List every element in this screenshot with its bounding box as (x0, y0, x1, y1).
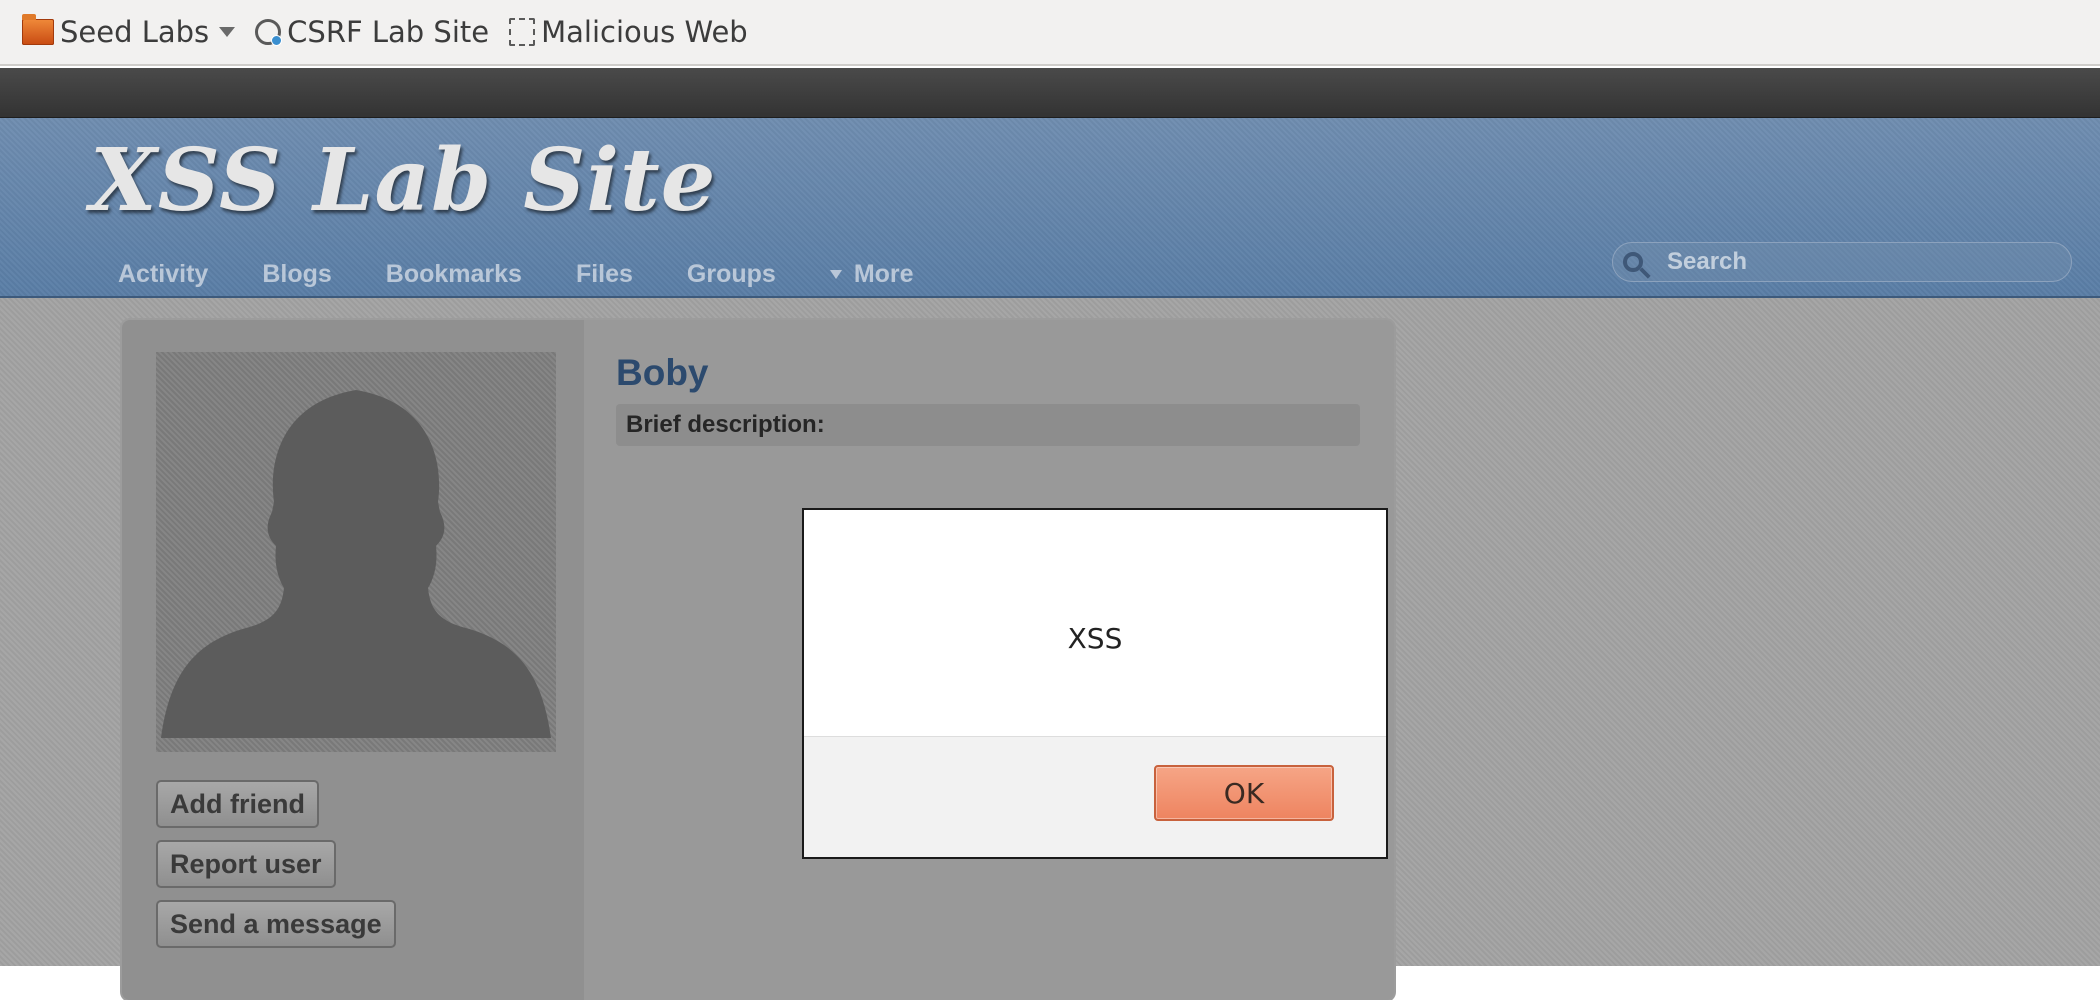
nav-item-files[interactable]: Files (576, 260, 633, 289)
nav-item-more[interactable]: More (829, 260, 914, 289)
avatar (156, 352, 556, 752)
nav-item-more-label: More (853, 260, 914, 288)
site-topbar (0, 68, 2100, 118)
alert-dialog: XSS OK (802, 508, 1388, 859)
site-header: XSS Lab Site Activity Blogs Bookmarks Fi… (0, 118, 2100, 298)
search-input[interactable] (1665, 247, 2049, 277)
profile-name[interactable]: Boby (616, 352, 709, 394)
caret-down-icon (829, 270, 842, 279)
site-title[interactable]: XSS Lab Site (90, 130, 716, 231)
folder-icon (22, 14, 54, 45)
page-icon (509, 18, 536, 46)
chevron-down-icon (219, 27, 236, 37)
bookmark-label: Seed Labs (60, 15, 210, 49)
ok-button[interactable]: OK (1154, 765, 1334, 821)
brief-description-label: Brief description: (616, 404, 1360, 446)
profile-sidebar: Add friend Report user Send a message (122, 320, 584, 1000)
send-message-button[interactable]: Send a message (156, 900, 396, 948)
alert-message: XSS (1067, 622, 1123, 655)
default-user-silhouette-icon (161, 390, 551, 738)
globe-icon (255, 19, 283, 46)
search-icon (1623, 252, 1643, 272)
bookmark-csrf-lab-site[interactable]: CSRF Lab Site (245, 7, 499, 57)
search-box (1612, 242, 2072, 282)
nav-item-blogs[interactable]: Blogs (262, 260, 331, 289)
alert-footer: OK (804, 736, 1386, 857)
nav-item-bookmarks[interactable]: Bookmarks (386, 260, 522, 289)
bookmark-malicious-web[interactable]: Malicious Web (499, 7, 758, 57)
site-nav: Activity Blogs Bookmarks Files Groups Mo… (118, 260, 968, 289)
bookmarks-toolbar: Seed Labs CSRF Lab Site Malicious Web (0, 0, 2100, 66)
add-friend-button[interactable]: Add friend (156, 780, 319, 828)
bookmark-label: Malicious Web (541, 15, 748, 49)
nav-item-groups[interactable]: Groups (687, 260, 776, 289)
nav-item-activity[interactable]: Activity (118, 260, 208, 289)
bookmark-seed-labs[interactable]: Seed Labs (12, 7, 245, 57)
report-user-button[interactable]: Report user (156, 840, 336, 888)
bookmark-label: CSRF Lab Site (287, 15, 490, 49)
